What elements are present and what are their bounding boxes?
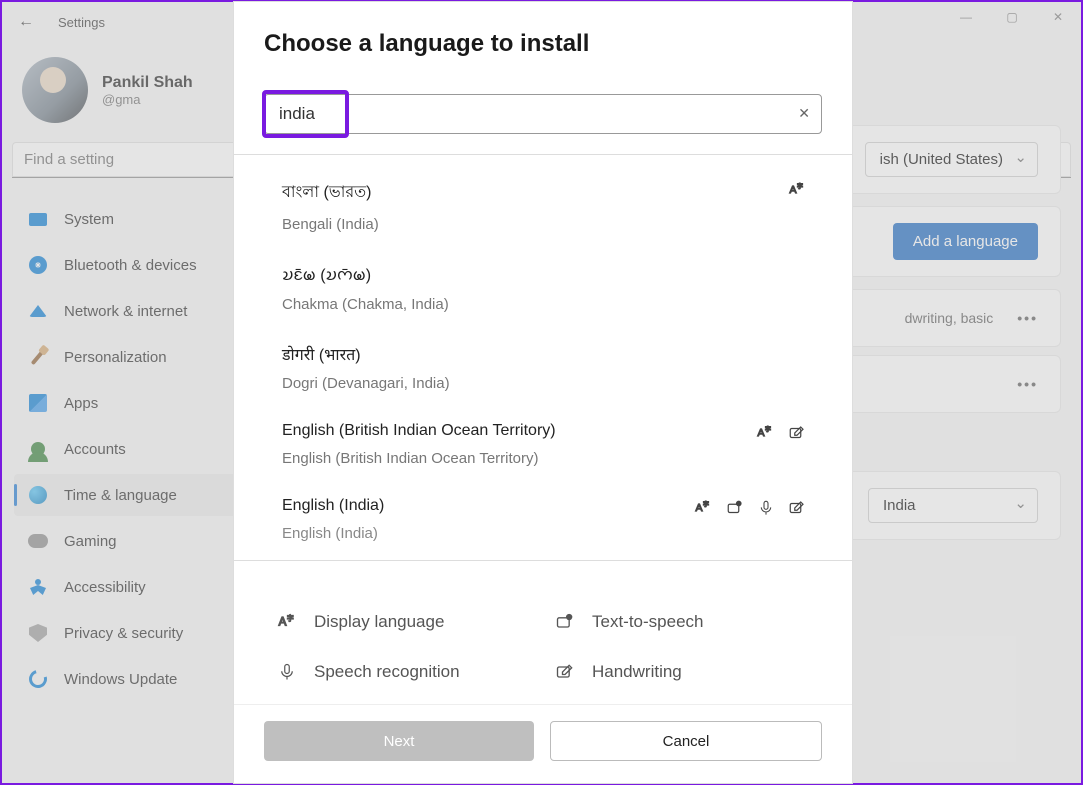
clear-search-button[interactable]: ✕ [798, 105, 810, 122]
language-english-name: Bengali (India) [282, 216, 379, 233]
language-english-name: English (India) [282, 525, 384, 543]
legend-label: Text-to-speech [592, 612, 704, 632]
handwriting-icon [788, 499, 806, 517]
svg-text:A: A [758, 427, 765, 439]
legend-handwriting: Handwriting [554, 662, 822, 682]
cancel-button[interactable]: Cancel [550, 721, 822, 761]
legend-label: Display language [314, 612, 444, 632]
svg-text:A: A [790, 184, 797, 196]
svg-text:A: A [696, 502, 703, 514]
svg-text:字: 字 [797, 183, 803, 191]
speech-recognition-icon [758, 499, 774, 517]
text-to-speech-icon [726, 499, 744, 517]
handwriting-icon [554, 662, 576, 682]
display-language-icon: A字 [276, 612, 298, 632]
handwriting-icon [788, 424, 806, 442]
text-to-speech-icon [554, 612, 576, 632]
language-option-bengali[interactable]: বাংলা (ভারত) Bengali (India) A字 [282, 165, 822, 249]
legend-text-to-speech: Text-to-speech [554, 612, 822, 632]
language-native-name: English (India) [282, 497, 384, 515]
language-native-name: English (British Indian Ocean Territory) [282, 422, 556, 440]
language-option-chakma[interactable]: 𑄌𑄋𑄴𑄟 (𑄌𑄇𑄴𑄟) Chakma (Chakma, India) [282, 249, 822, 329]
legend-display-language: A字 Display language [276, 612, 544, 632]
language-english-name: Chakma (Chakma, India) [282, 296, 449, 313]
language-native-name: 𑄌𑄋𑄴𑄟 (𑄌𑄇𑄴𑄟) [282, 263, 449, 286]
feature-legend: A字 Display language Text-to-speech Speech… [234, 590, 852, 704]
legend-label: Handwriting [592, 662, 682, 682]
choose-language-dialog: Choose a language to install ✕ বাংলা (ভা… [234, 2, 852, 783]
language-english-name: Dogri (Devanagari, India) [282, 375, 450, 392]
display-language-icon: A字 [788, 181, 806, 199]
language-option-english-india[interactable]: English (India) English (India) A字 [282, 483, 822, 559]
next-button[interactable]: Next [264, 721, 534, 761]
svg-text:字: 字 [703, 501, 709, 509]
legend-label: Speech recognition [314, 662, 460, 682]
language-results-list[interactable]: বাংলা (ভারত) Bengali (India) A字 𑄌𑄋𑄴𑄟 (𑄌𑄇… [234, 155, 852, 590]
language-search-row: ✕ [264, 94, 822, 134]
svg-text:A: A [279, 615, 287, 628]
display-language-icon: A字 [756, 424, 774, 442]
language-english-name: English (British Indian Ocean Territory) [282, 450, 556, 467]
dialog-title: Choose a language to install [264, 30, 822, 58]
display-language-icon: A字 [694, 499, 712, 517]
language-native-name: বাংলা (ভারত) [282, 179, 379, 206]
svg-text:字: 字 [287, 613, 294, 622]
legend-speech-recognition: Speech recognition [276, 662, 544, 682]
dialog-footer: Next Cancel [234, 704, 852, 783]
language-option-dogri[interactable]: डोगरी (भारत) Dogri (Devanagari, India) [282, 329, 822, 408]
language-search-input[interactable] [264, 94, 822, 134]
svg-text:字: 字 [765, 426, 771, 434]
language-native-name: डोगरी (भारत) [282, 343, 450, 365]
language-option-english-biot[interactable]: English (British Indian Ocean Territory)… [282, 408, 822, 483]
speech-recognition-icon [276, 662, 298, 682]
